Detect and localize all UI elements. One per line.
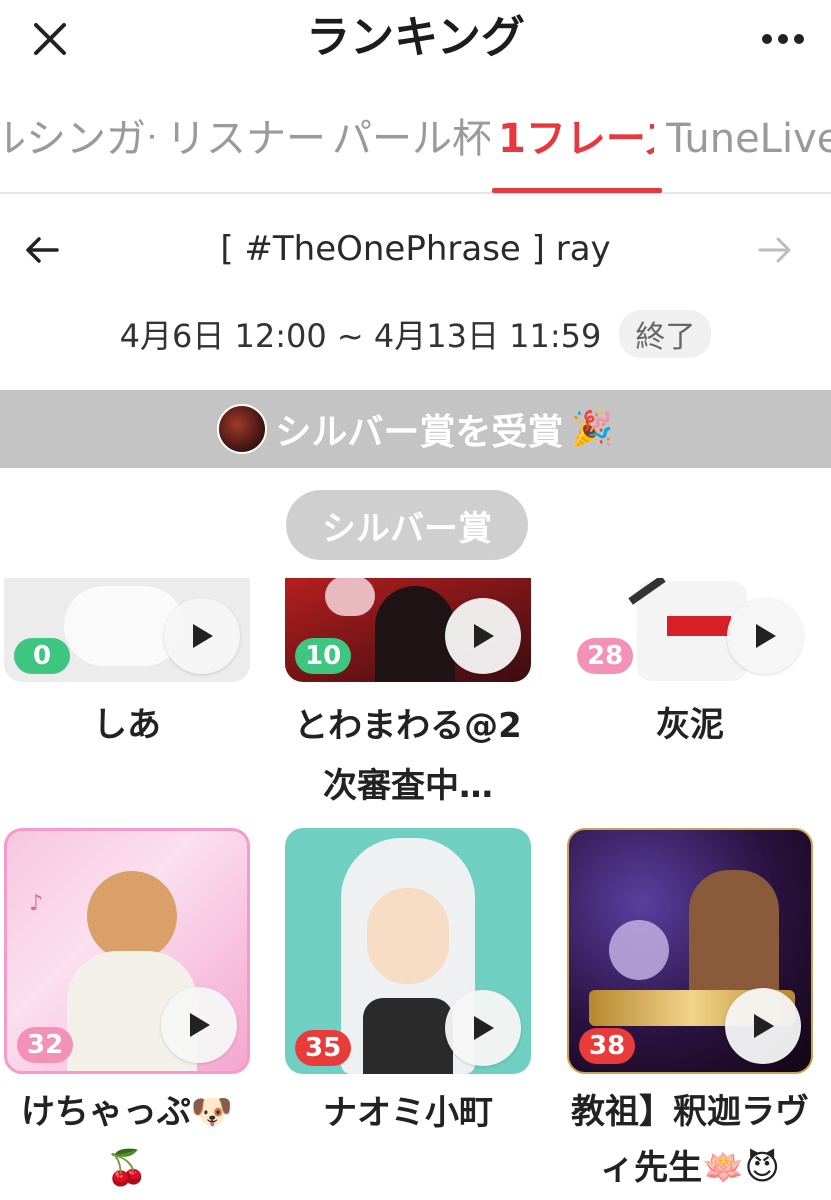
play-button[interactable] (725, 988, 801, 1064)
card-name: 灰泥 (656, 705, 724, 745)
play-button[interactable] (161, 987, 237, 1063)
rank-badge: 38 (579, 1028, 636, 1064)
thumbnail: ♪ 32 (4, 828, 250, 1074)
play-icon (474, 624, 494, 648)
thumbnail: 10 (285, 578, 531, 682)
rank-badge: 0 (14, 638, 70, 674)
play-icon (474, 1016, 494, 1040)
play-button[interactable] (445, 990, 521, 1066)
arrow-left-icon (26, 237, 59, 263)
status-badge: 終了 (619, 310, 712, 358)
event-title: [ #TheOnePhrase ] ray (220, 229, 611, 269)
play-icon (193, 624, 213, 648)
thumbnail: 35 (285, 828, 531, 1074)
play-button[interactable] (164, 598, 240, 674)
card-name: ナオミ小町 (323, 1093, 493, 1133)
card-name: とわまわる@2次審査中… (294, 706, 522, 806)
card-name: しあ (93, 705, 161, 745)
party-popper-icon: 🎉 (571, 409, 614, 449)
tab-pearl-cup[interactable]: パール杯 (332, 114, 490, 164)
play-icon (754, 1014, 774, 1038)
active-tab-indicator (492, 188, 662, 193)
page-title: ランキング (306, 12, 525, 63)
rank-badge: 10 (295, 638, 352, 674)
tab-listener[interactable]: リスナー (166, 114, 324, 164)
section-label: シルバー賞 (286, 490, 528, 560)
arrow-right-icon (758, 237, 791, 263)
header: ランキング (0, 0, 831, 82)
event-navigation: [ #TheOnePhrase ] ray (0, 214, 831, 286)
card-name: 教祖】釈迦ラヴィ先生🪷😈 (571, 1092, 809, 1188)
play-icon (756, 624, 776, 648)
more-icon (762, 34, 804, 44)
more-button[interactable] (753, 14, 813, 64)
avatar (217, 404, 268, 454)
award-banner[interactable]: シルバー賞を受賞 🎉 (0, 390, 831, 468)
thumbnail: 0 (4, 578, 250, 682)
tab-one-phrase[interactable]: 1フレーズ (498, 114, 654, 164)
event-period: 4月6日 12:00 ~ 4月13日 11:59 終了 (0, 306, 831, 362)
previous-event-button[interactable] (12, 222, 72, 278)
play-button[interactable] (445, 598, 521, 674)
rank-badge: 28 (577, 638, 634, 674)
thumbnail: 28 (567, 578, 813, 682)
play-button[interactable] (727, 598, 803, 674)
period-text: 4月6日 12:00 ~ 4月13日 11:59 (119, 317, 602, 355)
rank-badge: 32 (17, 1027, 74, 1063)
tab-tunelive[interactable]: TuneLive (666, 114, 831, 164)
card-name: けちゃっぷ🐶🍒 (20, 1092, 234, 1188)
play-icon (190, 1013, 210, 1037)
ranking-grid: 0 しあ 10 とわまわる@2次審査中… 28 灰泥 ♪ 32 けちゃっぷ🐶🍒 … (0, 578, 831, 1200)
thumbnail: 38 (567, 828, 813, 1074)
next-event-button[interactable] (745, 222, 805, 278)
tab-singer[interactable]: ルシンガー (0, 114, 154, 164)
rank-badge: 35 (295, 1030, 352, 1066)
award-text: シルバー賞を受賞 (275, 412, 564, 453)
category-tabs: ルシンガー リスナー パール杯 1フレーズ TuneLive (0, 100, 831, 194)
